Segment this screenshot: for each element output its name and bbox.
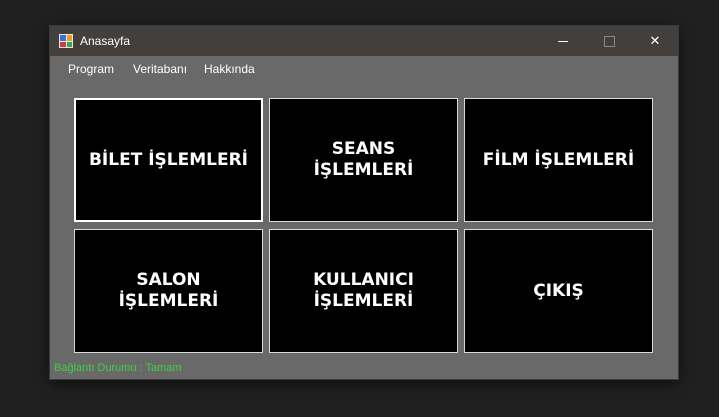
- film-islemleri-button[interactable]: FİLM İŞLEMLERİ: [464, 98, 653, 222]
- seans-islemleri-button[interactable]: SEANS İŞLEMLERİ: [269, 98, 458, 222]
- close-button[interactable]: ✕: [632, 26, 678, 56]
- maximize-button[interactable]: [586, 26, 632, 56]
- menu-bar: Program Veritabanı Hakkında: [50, 56, 678, 80]
- menu-program[interactable]: Program: [68, 62, 114, 76]
- maximize-icon: [603, 35, 615, 47]
- menu-hakkinda[interactable]: Hakkında: [204, 62, 255, 76]
- close-icon: ✕: [649, 33, 661, 48]
- main-window: Anasayfa ✕ Program Veritabanı Hakkında B…: [50, 26, 678, 379]
- salon-islemleri-button[interactable]: SALON İŞLEMLERİ: [74, 229, 263, 353]
- cikis-button[interactable]: ÇIKIŞ: [464, 229, 653, 353]
- minimize-icon: [558, 40, 568, 42]
- app-icon: [59, 34, 73, 48]
- minimize-button[interactable]: [540, 26, 586, 56]
- connection-status: Bağlantı Durumu : Tamam: [54, 362, 182, 374]
- window-title: Anasayfa: [80, 34, 131, 48]
- title-bar[interactable]: Anasayfa ✕: [50, 26, 678, 56]
- menu-veritabani[interactable]: Veritabanı: [133, 62, 187, 76]
- bilet-islemleri-button[interactable]: BİLET İŞLEMLERİ: [74, 98, 263, 222]
- kullanici-islemleri-button[interactable]: KULLANICI İŞLEMLERİ: [269, 229, 458, 353]
